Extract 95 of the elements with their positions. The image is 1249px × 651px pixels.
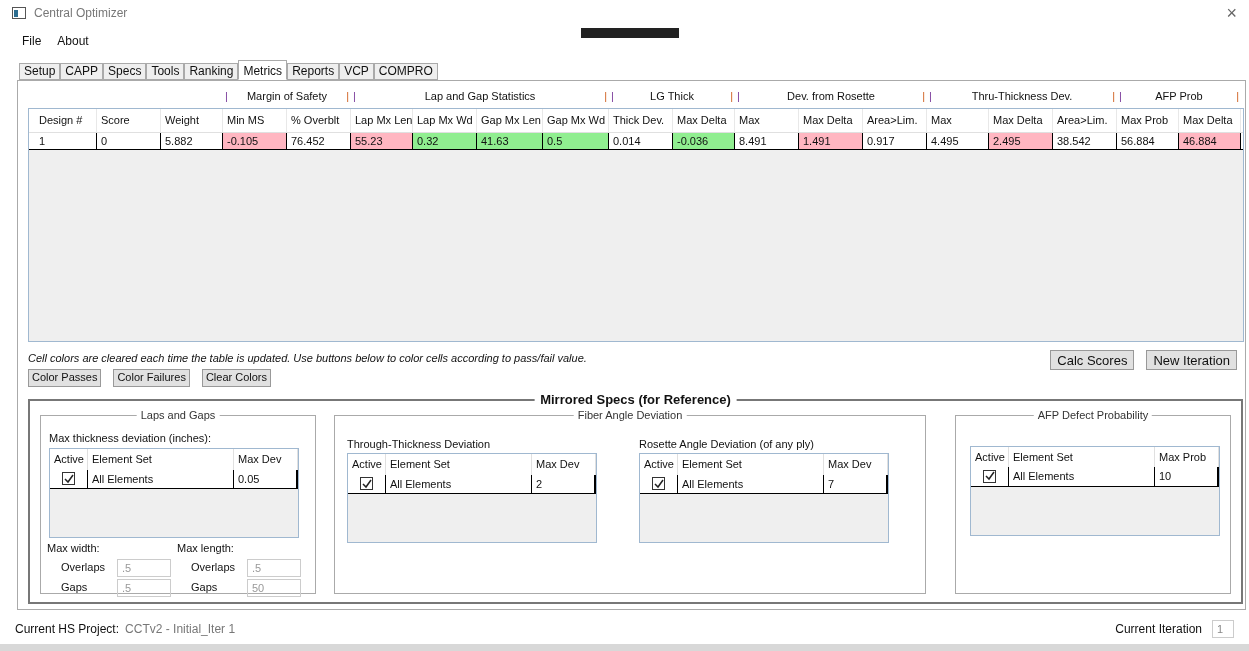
group-divider: | xyxy=(346,88,349,104)
grid-caption: Rosette Angle Deviation (of any ply) xyxy=(639,436,815,452)
group-header: Margin of Safety xyxy=(246,88,328,104)
group-header: Thru-Thickness Dev. xyxy=(971,88,1073,104)
table-cell: 10 xyxy=(1155,467,1219,486)
table-cell: 7 xyxy=(824,474,888,493)
column-header: Max Dev xyxy=(532,454,596,475)
group-header: LG Thick xyxy=(650,88,694,104)
grid-caption: Through-Thickness Deviation xyxy=(347,436,492,452)
color-button[interactable]: Clear Colors xyxy=(201,368,272,387)
column-header: Max Dev xyxy=(824,454,888,475)
column-header: Gap Mx Len xyxy=(477,109,543,132)
column-header: Max xyxy=(735,109,799,132)
project-name: CCTv2 - Initial_Iter 1 xyxy=(125,621,236,638)
app-icon xyxy=(12,7,26,19)
table-cell: All Elements xyxy=(386,474,532,493)
column-header: Min MS xyxy=(223,109,287,132)
action-button[interactable]: New Iteration xyxy=(1146,350,1237,370)
grid-caption: Max thickness deviation (inches): xyxy=(49,430,212,446)
group-header: Lap and Gap Statistics xyxy=(424,88,536,104)
check-icon xyxy=(653,478,664,489)
column-header: Max Delta xyxy=(673,109,735,132)
column-header: Area>Lim. xyxy=(1053,109,1117,132)
column-header: Active xyxy=(50,449,88,470)
column-header: Active xyxy=(640,454,678,475)
column-header: Design # xyxy=(35,109,97,132)
check-icon xyxy=(63,473,74,484)
column-header: Element Set xyxy=(678,454,824,475)
column-header: Score xyxy=(97,109,161,132)
tab[interactable]: Tools xyxy=(146,63,185,80)
table-cell: All Elements xyxy=(1009,467,1155,486)
table-cell: All Elements xyxy=(678,474,824,493)
column-header: Lap Mx Len xyxy=(351,109,413,132)
close-button[interactable]: × xyxy=(1226,4,1237,22)
field-label: Gaps xyxy=(190,580,219,596)
checkbox[interactable] xyxy=(652,477,665,491)
checkbox[interactable] xyxy=(360,477,373,491)
field-label: Gaps xyxy=(60,580,89,596)
window-title: Central Optimizer xyxy=(34,5,128,22)
note-text: Cell colors are cleared each time the table is updated. Use buttons below to color cells according to pass/fail value. xyxy=(28,351,587,366)
column-header: Max Dev xyxy=(234,449,298,470)
table-cell: 0.05 xyxy=(234,469,298,488)
group-divider: | xyxy=(611,88,614,104)
column-header: Thick Dev. xyxy=(609,109,673,132)
field-group-label: Max length: xyxy=(177,541,235,556)
column-header: Max Delta xyxy=(1179,109,1241,132)
column-header: Lap Mx Wd xyxy=(413,109,477,132)
menu-item[interactable]: File xyxy=(22,32,42,50)
tab[interactable]: COMPRO xyxy=(373,63,438,80)
checkbox[interactable] xyxy=(983,469,996,483)
menu-item[interactable]: About xyxy=(57,32,89,50)
column-header: Max Delta xyxy=(799,109,863,132)
group-divider: | xyxy=(225,88,228,104)
table-cell: 2 xyxy=(532,474,596,493)
field-group-label: Max width: xyxy=(47,541,101,556)
group-header: Dev. from Rosette xyxy=(787,88,875,104)
column-header: Element Set xyxy=(88,449,234,470)
group-divider: | xyxy=(1112,88,1115,104)
color-button[interactable]: Color Passes xyxy=(28,368,102,387)
group-divider: | xyxy=(737,88,740,104)
checkbox[interactable] xyxy=(62,472,75,486)
column-header: Gap Mx Wd xyxy=(543,109,609,132)
column-header: Max xyxy=(927,109,989,132)
column-header: Area>Lim. xyxy=(863,109,927,132)
action-button[interactable]: Calc Scores xyxy=(1050,350,1135,370)
column-header: % Overblt xyxy=(287,109,351,132)
column-header: Active xyxy=(348,454,386,475)
field-label: Overlaps xyxy=(190,560,237,576)
status-label: Current HS Project: xyxy=(15,621,120,638)
tab[interactable]: Reports xyxy=(287,63,340,80)
column-header: Weight xyxy=(161,109,223,132)
table-cell: All Elements xyxy=(88,469,234,488)
column-header: Element Set xyxy=(386,454,532,475)
field-label: Overlaps xyxy=(60,560,107,576)
tab[interactable]: VCP xyxy=(339,63,374,80)
color-button[interactable]: Color Failures xyxy=(113,368,190,387)
drag-handle[interactable] xyxy=(581,28,679,38)
group-divider: | xyxy=(1236,88,1239,104)
tab[interactable]: Setup xyxy=(19,63,61,80)
group-divider: | xyxy=(1119,88,1122,104)
status-label: Current Iteration xyxy=(1115,621,1202,638)
column-header: Max Prob xyxy=(1117,109,1179,132)
group-divider: | xyxy=(353,88,356,104)
tab[interactable]: Metrics xyxy=(238,60,288,80)
group-header: AFP Prob xyxy=(1155,88,1203,104)
tab[interactable]: CAPP xyxy=(60,63,104,80)
column-header: Max Delta xyxy=(989,109,1053,132)
check-icon xyxy=(984,471,995,482)
group-divider: | xyxy=(929,88,932,104)
group-divider: | xyxy=(730,88,733,104)
group-divider: | xyxy=(604,88,607,104)
tab[interactable]: Specs xyxy=(103,63,147,80)
tab[interactable]: Ranking xyxy=(184,63,239,80)
group-divider: | xyxy=(922,88,925,104)
check-icon xyxy=(361,478,372,489)
